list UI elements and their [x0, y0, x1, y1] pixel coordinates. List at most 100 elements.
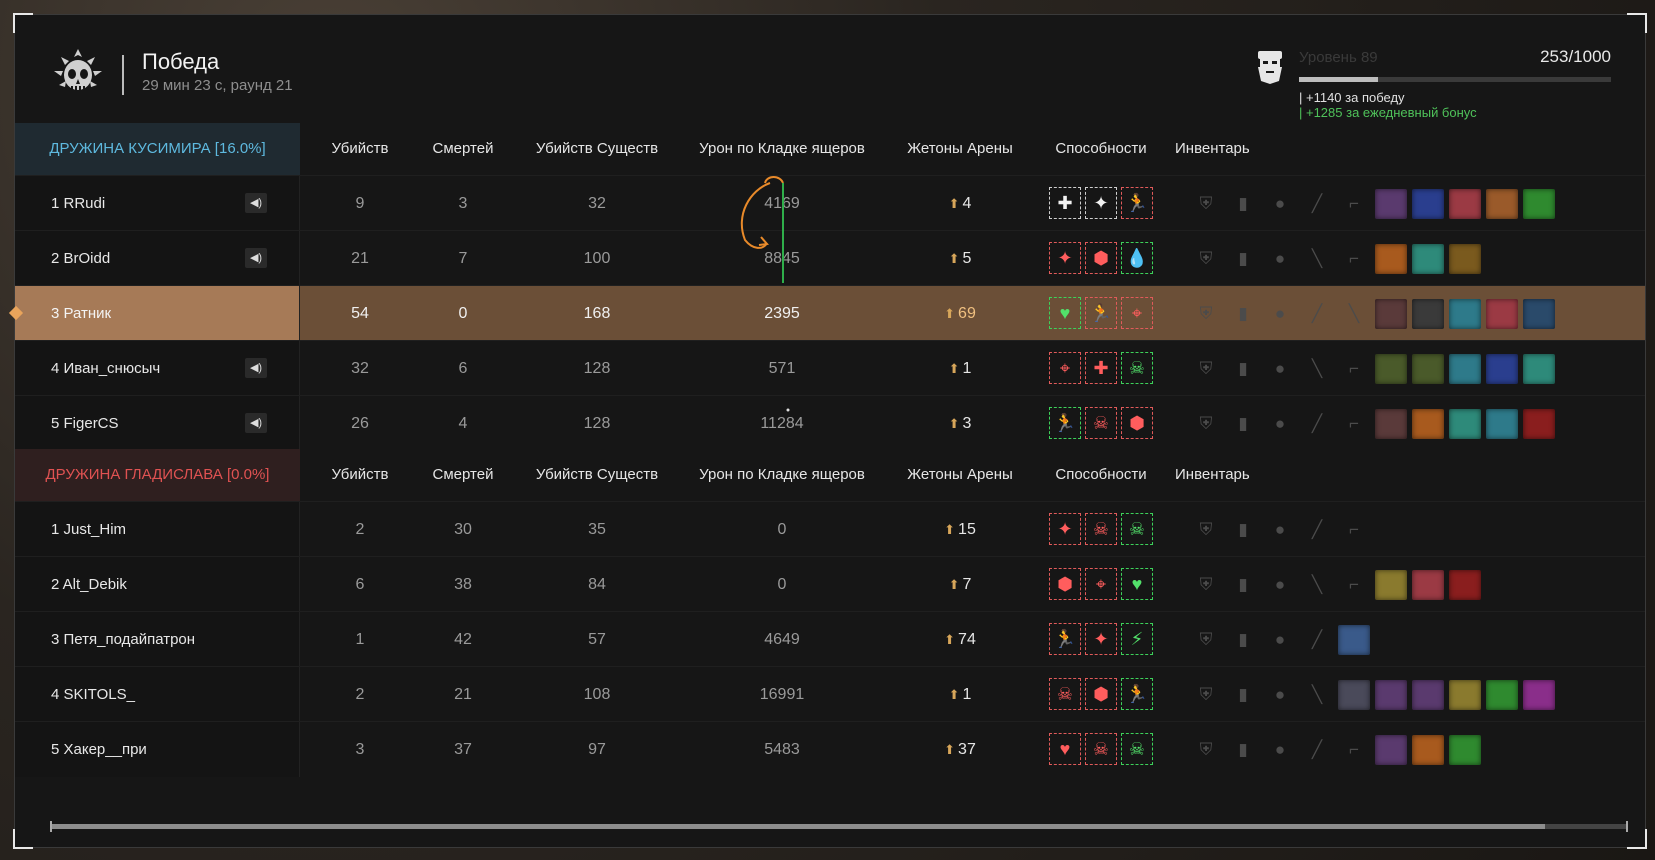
inventory-gun-icon[interactable]: ⌐	[1338, 189, 1370, 219]
inventory-pack-icon[interactable]: ▮	[1227, 735, 1259, 765]
ability-icon[interactable]: ☠	[1121, 352, 1153, 384]
inventory-pack-icon[interactable]: ▮	[1227, 409, 1259, 439]
inventory-gun-icon[interactable]: ⌐	[1338, 244, 1370, 274]
player-row[interactable]: 4 Иван_снюсыч ◀) 32 6 128 571 ⬆ 1 ⌖ ✚ ☠ ⛨ ▮ ● ╲ ⌐	[15, 340, 1645, 396]
inventory-gun-icon[interactable]: ⌐	[1338, 570, 1370, 600]
ability-icon[interactable]: ✚	[1085, 352, 1117, 384]
inventory-grenade-icon[interactable]: ●	[1264, 409, 1296, 439]
player-name[interactable]: 3 Петя_подайпатрон	[51, 612, 195, 667]
column-header-abilities[interactable]: Способности	[1001, 123, 1201, 175]
inventory-item-icon[interactable]	[1375, 735, 1407, 765]
ability-icon[interactable]: ⬢	[1085, 678, 1117, 710]
inventory-item-icon[interactable]	[1412, 354, 1444, 384]
ability-icon[interactable]: ⌖	[1049, 352, 1081, 384]
ability-icon[interactable]: ⬢	[1049, 568, 1081, 600]
inventory-knife-icon[interactable]: ╱	[1301, 299, 1333, 329]
player-name[interactable]: 2 BrOidd	[51, 231, 110, 286]
inventory-knife-icon[interactable]: ╱	[1301, 735, 1333, 765]
inventory-item-icon[interactable]	[1412, 570, 1444, 600]
ability-icon[interactable]: ⌖	[1121, 297, 1153, 329]
column-header-creature-kills[interactable]: Убийств Существ	[497, 123, 697, 175]
inventory-pack-icon[interactable]: ▮	[1227, 625, 1259, 655]
ability-icon[interactable]: ⌖	[1085, 568, 1117, 600]
player-name[interactable]: 3 Ратник	[51, 286, 111, 341]
column-header-inventory[interactable]: Инвентарь	[1175, 449, 1275, 501]
ability-icon[interactable]: 🏃	[1049, 623, 1081, 655]
ability-icon[interactable]: ☠	[1085, 733, 1117, 765]
inventory-armor-icon[interactable]: ⛨	[1190, 354, 1222, 384]
ability-icon[interactable]: ✦	[1085, 623, 1117, 655]
inventory-item-icon[interactable]	[1375, 189, 1407, 219]
inventory-rifle-icon[interactable]: ╲	[1301, 354, 1333, 384]
inventory-item-icon[interactable]	[1412, 244, 1444, 274]
player-row[interactable]: 3 Ратник 54 0 168 2395 ⬆ 69 ♥ 🏃 ⌖ ⛨ ▮ ● ╱ ╲	[8, 285, 1645, 341]
inventory-armor-icon[interactable]: ⛨	[1190, 515, 1222, 545]
inventory-item-icon[interactable]	[1486, 680, 1518, 710]
inventory-knife-icon[interactable]: ╱	[1301, 189, 1333, 219]
ability-icon[interactable]: ⬢	[1121, 407, 1153, 439]
inventory-item-icon[interactable]	[1375, 409, 1407, 439]
player-row[interactable]: 1 Just_Him 2 30 35 0 ⬆ 15 ✦ ☠ ☠ ⛨ ▮ ● ╱ ⌐	[15, 501, 1645, 557]
player-name[interactable]: 5 Хакер__при	[51, 722, 147, 777]
ability-icon[interactable]: ⚡	[1121, 623, 1153, 655]
inventory-rifle-icon[interactable]: ╲	[1301, 680, 1333, 710]
player-name[interactable]: 2 Alt_Debik	[51, 557, 127, 612]
speaker-icon[interactable]: ◀)	[245, 358, 267, 378]
inventory-armor-icon[interactable]: ⛨	[1190, 625, 1222, 655]
player-row[interactable]: 5 Хакер__при 3 37 97 5483 ⬆ 37 ♥ ☠ ☠ ⛨ ▮ ● ╱ ⌐	[15, 721, 1645, 777]
inventory-armor-icon[interactable]: ⛨	[1190, 189, 1222, 219]
column-header-damage[interactable]: Урон по Кладке ящеров	[682, 449, 882, 501]
inventory-pack-icon[interactable]: ▮	[1227, 570, 1259, 600]
player-name[interactable]: 5 FigerCS	[51, 396, 119, 451]
ability-icon[interactable]: 🏃	[1121, 678, 1153, 710]
column-header-damage[interactable]: Урон по Кладке ящеров	[682, 123, 882, 175]
ability-icon[interactable]: ☠	[1121, 733, 1153, 765]
inventory-item-icon[interactable]	[1486, 409, 1518, 439]
inventory-grenade-icon[interactable]: ●	[1264, 570, 1296, 600]
inventory-item-icon[interactable]	[1412, 735, 1444, 765]
inventory-item-icon[interactable]	[1523, 354, 1555, 384]
inventory-knife-icon[interactable]: ╱	[1301, 409, 1333, 439]
inventory-knife-icon[interactable]: ╱	[1301, 625, 1333, 655]
inventory-item-icon[interactable]	[1412, 299, 1444, 329]
ability-icon[interactable]: ☠	[1121, 513, 1153, 545]
player-name[interactable]: 4 SKITOLS_	[51, 667, 135, 722]
inventory-rifle-icon[interactable]: ╲	[1301, 244, 1333, 274]
inventory-grenade-icon[interactable]: ●	[1264, 244, 1296, 274]
inventory-armor-icon[interactable]: ⛨	[1190, 680, 1222, 710]
inventory-grenade-icon[interactable]: ●	[1264, 680, 1296, 710]
inventory-item-icon[interactable]	[1375, 299, 1407, 329]
inventory-knife-icon[interactable]: ╱	[1301, 515, 1333, 545]
inventory-item-icon[interactable]	[1338, 625, 1370, 655]
inventory-item-icon[interactable]	[1449, 244, 1481, 274]
inventory-armor-icon[interactable]: ⛨	[1190, 244, 1222, 274]
inventory-pack-icon[interactable]: ▮	[1227, 299, 1259, 329]
inventory-item-icon[interactable]	[1449, 570, 1481, 600]
inventory-armor-icon[interactable]: ⛨	[1190, 570, 1222, 600]
scrollbar-thumb[interactable]	[50, 824, 1545, 829]
inventory-item-icon[interactable]	[1523, 680, 1555, 710]
ability-icon[interactable]: ♥	[1049, 733, 1081, 765]
inventory-item-icon[interactable]	[1449, 735, 1481, 765]
inventory-armor-icon[interactable]: ⛨	[1190, 299, 1222, 329]
ability-icon[interactable]: ☠	[1085, 513, 1117, 545]
inventory-armor-icon[interactable]: ⛨	[1190, 409, 1222, 439]
player-name[interactable]: 4 Иван_снюсыч	[51, 341, 160, 396]
inventory-grenade-icon[interactable]: ●	[1264, 735, 1296, 765]
ability-icon[interactable]: 🏃	[1049, 407, 1081, 439]
player-name[interactable]: 1 Just_Him	[51, 502, 126, 557]
inventory-grenade-icon[interactable]: ●	[1264, 189, 1296, 219]
inventory-gun-icon[interactable]: ⌐	[1338, 735, 1370, 765]
column-header-creature-kills[interactable]: Убийств Существ	[497, 449, 697, 501]
inventory-item-icon[interactable]	[1523, 409, 1555, 439]
player-name[interactable]: 1 RRudi	[51, 176, 105, 231]
column-header-abilities[interactable]: Способности	[1001, 449, 1201, 501]
ability-icon[interactable]: ☠	[1085, 407, 1117, 439]
ability-icon[interactable]: ♥	[1049, 297, 1081, 329]
inventory-gun-icon[interactable]: ⌐	[1338, 515, 1370, 545]
inventory-gun-icon[interactable]: ⌐	[1338, 354, 1370, 384]
inventory-item-icon[interactable]	[1486, 299, 1518, 329]
inventory-item-icon[interactable]	[1412, 680, 1444, 710]
inventory-rifle-icon[interactable]: ╲	[1301, 570, 1333, 600]
ability-icon[interactable]: ✦	[1085, 187, 1117, 219]
